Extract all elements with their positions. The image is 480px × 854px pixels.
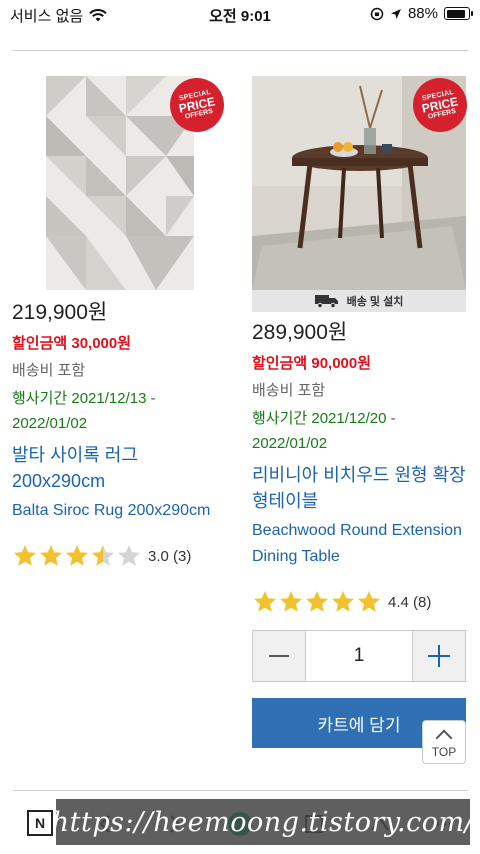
star-icon <box>90 543 116 569</box>
product-name-korean[interactable]: 리비니아 비치우드 원형 확장형테이블 <box>252 462 468 514</box>
discount-amount: 할인금액 30,000원 <box>12 335 132 352</box>
quantity-input[interactable]: 1 <box>305 631 413 681</box>
star-icon <box>304 589 330 615</box>
status-right: 88% <box>370 5 473 22</box>
scroll-top-label: TOP <box>431 744 457 759</box>
product-rating: 4.4 (8) <box>252 588 468 616</box>
product-card[interactable]: SPECIAL PRICE OFFERS 배송 및 설치 289,900원 할인… <box>252 72 473 748</box>
rating-score: 3.0 (3) <box>148 547 192 565</box>
rating-score: 4.4 (8) <box>388 593 432 611</box>
star-icon <box>252 589 278 615</box>
battery-percent: 88% <box>407 5 438 22</box>
battery-icon <box>444 7 473 20</box>
star-icon <box>38 543 64 569</box>
product-card[interactable]: SPECIAL PRICE OFFERS 219,900원 할인금액 30,00… <box>12 72 230 570</box>
promotion-period: 행사기간 2021/12/13 - 2022/01/02 <box>12 390 156 432</box>
star-icon <box>330 589 356 615</box>
star-icon <box>278 589 304 615</box>
minus-icon <box>269 655 289 657</box>
star-icon <box>356 589 382 615</box>
quantity-stepper[interactable]: 1 <box>252 630 466 682</box>
promotion-period: 행사기간 2021/12/20 - 2022/01/02 <box>252 410 396 452</box>
delivery-installation-tag: 배송 및 설치 <box>252 290 466 312</box>
product-price: 289,900원 <box>252 321 348 344</box>
product-image-link[interactable]: SPECIAL PRICE OFFERS <box>252 72 473 290</box>
quantity-increase-button[interactable] <box>413 631 465 681</box>
product-name-english[interactable]: Beachwood Round Extension Dining Table <box>252 518 468 570</box>
quantity-decrease-button[interactable] <box>253 631 305 681</box>
naver-home-button[interactable]: N <box>27 810 53 836</box>
delivery-label: 배송 및 설치 <box>346 296 404 308</box>
divider <box>13 50 468 51</box>
star-icon <box>64 543 90 569</box>
orientation-lock-icon <box>370 7 384 20</box>
product-price: 219,900원 <box>12 301 108 324</box>
blog-watermark: https://heemoong.tistory.com/ <box>52 799 474 845</box>
product-name-korean[interactable]: 발타 사이록 러그 200x290cm <box>12 442 228 494</box>
product-image-link[interactable]: SPECIAL PRICE OFFERS <box>46 72 230 290</box>
divider <box>13 790 468 791</box>
scroll-top-button[interactable]: TOP <box>422 720 466 764</box>
shipping-info: 배송비 포함 <box>252 382 326 399</box>
product-rating: 3.0 (3) <box>12 542 228 570</box>
location-icon <box>390 8 401 19</box>
shipping-info: 배송비 포함 <box>12 362 86 379</box>
star-rating <box>252 589 382 615</box>
star-icon <box>116 543 142 569</box>
product-name-english[interactable]: Balta Siroc Rug 200x290cm <box>12 498 228 524</box>
discount-amount: 할인금액 90,000원 <box>252 355 372 372</box>
status-bar: 서비스 없음 오전 9:01 88% <box>0 0 480 28</box>
chevron-up-icon <box>435 729 453 746</box>
truck-icon <box>314 295 338 308</box>
star-rating <box>12 543 142 569</box>
star-icon <box>12 543 38 569</box>
